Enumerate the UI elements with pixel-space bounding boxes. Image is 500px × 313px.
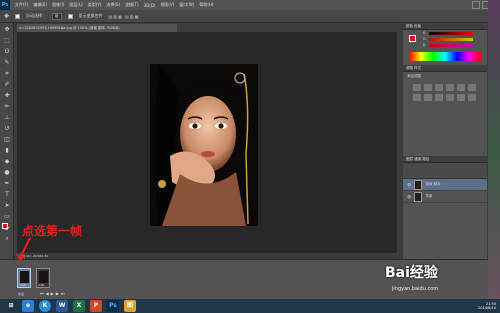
channel-mixer-icon[interactable] <box>446 94 454 101</box>
gradient-tool-icon[interactable]: ▮ <box>3 147 11 155</box>
layers-filter-bar[interactable] <box>403 163 487 179</box>
layer-thumbnail <box>414 191 423 202</box>
adjustment-icons <box>403 81 487 104</box>
path-select-tool-icon[interactable]: ➤ <box>3 202 11 210</box>
frame-delay[interactable]: 0 秒▼ <box>19 283 26 287</box>
show-transform-label: 显示变换控件 <box>78 13 103 18</box>
menu-help[interactable]: 帮助(H) <box>199 2 213 8</box>
layer-name: 背景 <box>425 194 433 198</box>
menu-edit[interactable]: 编辑(E) <box>33 2 47 8</box>
eyedropper-tool-icon[interactable]: ✐ <box>3 81 11 89</box>
windows-taskbar: ⊞ e K W X P Ps 图 21:50 2014/6/10 <box>0 299 500 313</box>
word-taskbar-icon[interactable]: W <box>56 300 68 312</box>
layer-name: 背景 副本 <box>425 182 441 186</box>
brush-tool-icon[interactable]: ✏ <box>3 103 11 111</box>
loop-select[interactable]: 永远 <box>18 292 24 296</box>
add-adjustment-label: 添加调整 <box>407 74 421 78</box>
ie-taskbar-icon[interactable]: e <box>22 300 34 312</box>
animation-frame-1[interactable]: 0 秒▼ <box>17 268 31 288</box>
color-swatch-fg[interactable] <box>409 35 416 42</box>
image-app-taskbar-icon[interactable]: 图 <box>124 300 136 312</box>
baidu-watermark-url: jingyan.baidu.com <box>392 286 439 292</box>
menu-window[interactable]: 窗口(W) <box>179 2 194 8</box>
blur-tool-icon[interactable]: ◆ <box>3 158 11 166</box>
exposure-icon[interactable] <box>446 84 454 91</box>
menu-filter[interactable]: 滤镜(T) <box>125 2 139 8</box>
bw-icon[interactable] <box>424 94 432 101</box>
levels-icon[interactable] <box>424 84 432 91</box>
layer-row[interactable]: 👁 背景 <box>403 191 487 203</box>
animation-frame-2[interactable]: 0.2▼ <box>36 268 50 288</box>
pen-tool-icon[interactable]: ✒ <box>3 180 11 188</box>
excel-taskbar-icon[interactable]: X <box>73 300 85 312</box>
layer-row[interactable]: 👁 背景 副本 <box>403 179 487 191</box>
align-icons[interactable]: ▤▥▦ ▤▥▦ <box>109 14 140 19</box>
healing-tool-icon[interactable]: ✚ <box>3 92 11 100</box>
tools-panel: ✥ ⬚ ʘ ✎ ⌗ ✐ ✚ ✏ ⊥ ↺ ◫ ▮ ◆ ● ✒ T ➤ ▭ ✋ ⌕ <box>0 23 14 271</box>
quick-select-tool-icon[interactable]: ✎ <box>3 59 11 67</box>
balance-icon[interactable] <box>413 94 421 101</box>
menu-image[interactable]: 图像(I) <box>52 2 64 8</box>
color-spectrum[interactable] <box>409 52 481 61</box>
eraser-tool-icon[interactable]: ◫ <box>3 136 11 144</box>
dodge-tool-icon[interactable]: ● <box>3 169 11 177</box>
lasso-tool-icon[interactable]: ʘ <box>3 48 11 56</box>
auto-select-label: 自动选择： <box>26 13 47 18</box>
visibility-eye-icon[interactable]: 👁 <box>407 195 411 199</box>
frame-thumbnail <box>39 271 48 283</box>
menu-3d[interactable]: 3D(D) <box>144 3 156 8</box>
curves-icon[interactable] <box>435 84 443 91</box>
layer-thumbnail <box>414 179 423 190</box>
stamp-tool-icon[interactable]: ⊥ <box>3 114 11 122</box>
auto-select-dropdown[interactable]: 组 <box>52 12 62 20</box>
show-transform-checkbox[interactable] <box>67 13 73 19</box>
menu-bar: Ps 文件(F) 编辑(E) 图像(I) 图层(L) 类型(Y) 选择(S) 滤… <box>0 0 500 10</box>
move-tool-icon[interactable]: ✥ <box>3 26 11 34</box>
annotation-arrow-icon <box>16 237 31 262</box>
menu-type[interactable]: 类型(Y) <box>88 2 102 8</box>
menu-layer[interactable]: 图层(L) <box>69 2 82 8</box>
blue-slider[interactable]: B <box>403 42 487 48</box>
frame-thumbnail <box>20 271 29 283</box>
minimize-icon[interactable] <box>472 1 480 9</box>
document-image <box>150 64 258 226</box>
system-clock[interactable]: 21:50 2014/6/10 <box>478 302 496 310</box>
crop-tool-icon[interactable]: ⌗ <box>3 70 11 78</box>
options-bar: ✥ 自动选择： 组 显示变换控件 ▤▥▦ ▤▥▦ <box>0 10 500 23</box>
type-tool-icon[interactable]: T <box>3 191 11 199</box>
invert-icon[interactable] <box>468 94 476 101</box>
powerpoint-taskbar-icon[interactable]: P <box>90 300 102 312</box>
vibrance-icon[interactable] <box>457 84 465 91</box>
frame-delay[interactable]: 0.2▼ <box>38 284 44 287</box>
portrait-image <box>150 64 258 226</box>
photo-filter-icon[interactable] <box>435 94 443 101</box>
baidu-watermark: Bai经验 <box>385 265 438 281</box>
menu-select[interactable]: 选择(S) <box>106 2 120 8</box>
visibility-eye-icon[interactable]: 👁 <box>407 183 411 187</box>
photoshop-logo: Ps <box>0 0 10 10</box>
shape-tool-icon[interactable]: ▭ <box>3 213 11 221</box>
lookup-icon[interactable] <box>457 94 465 101</box>
color-panel-header[interactable]: 颜色 色板 <box>403 23 487 30</box>
foreground-color-swatch[interactable] <box>2 223 8 229</box>
document-tab[interactable]: u=1282615593,1909918a.jpg @ 100% (背景 副本,… <box>17 24 177 32</box>
right-panels: 颜色 色板 R G B 调整 样式 添加调整 图层 通道 路径 👁 背景 副本 … <box>403 23 487 271</box>
auto-select-checkbox[interactable] <box>15 13 21 19</box>
hue-icon[interactable] <box>468 84 476 91</box>
clock-date: 2014/6/10 <box>478 306 496 310</box>
move-tool-icon[interactable]: ✥ <box>4 13 9 20</box>
playback-controls[interactable]: ⏮◀▶▶⏭ <box>40 291 66 296</box>
app-k-taskbar-icon[interactable]: K <box>39 300 51 312</box>
desktop-background <box>488 0 500 299</box>
menu-view[interactable]: 视图(V) <box>160 2 174 8</box>
zoom-tool-icon[interactable]: ⌕ <box>3 235 11 243</box>
photoshop-taskbar-icon[interactable]: Ps <box>107 300 119 312</box>
marquee-tool-icon[interactable]: ⬚ <box>3 37 11 45</box>
brightness-icon[interactable] <box>413 84 421 91</box>
start-button[interactable]: ⊞ <box>5 300 17 312</box>
menu-file[interactable]: 文件(F) <box>15 2 28 8</box>
layers-panel-header[interactable]: 图层 通道 路径 <box>403 156 487 163</box>
adjustments-panel-header[interactable]: 调整 样式 <box>403 65 487 72</box>
history-brush-icon[interactable]: ↺ <box>3 125 11 133</box>
